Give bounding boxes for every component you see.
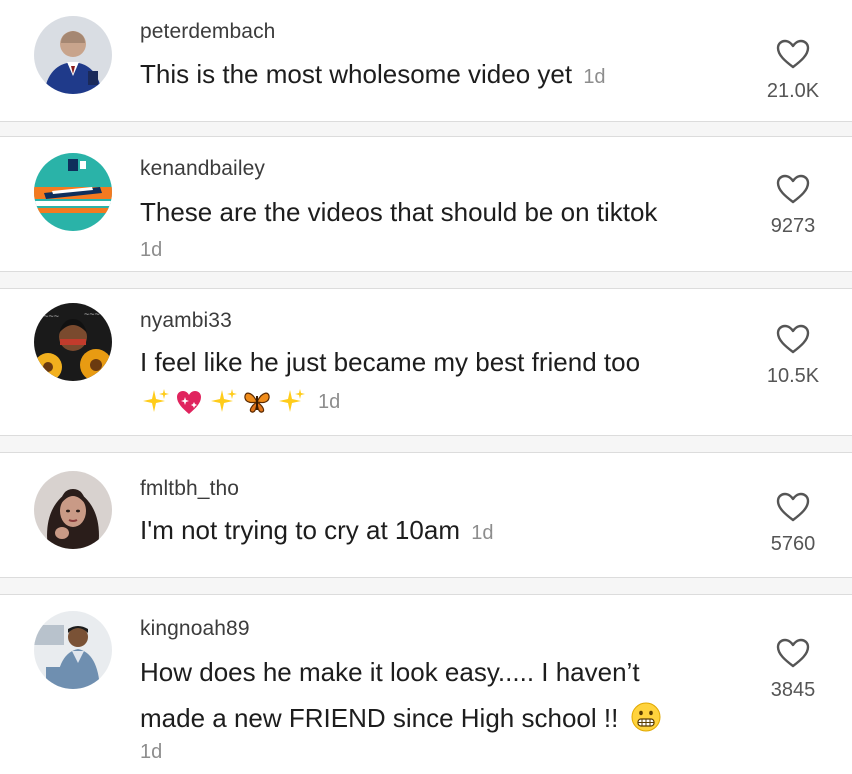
comment-text: I feel like he just became my best frien… (140, 341, 740, 383)
comment-text: How does he make it look easy..... I hav… (140, 651, 750, 739)
heart-icon[interactable] (775, 491, 811, 523)
comment-separator (0, 272, 852, 288)
comment-separator (0, 122, 852, 136)
like-count: 10.5K (766, 365, 820, 387)
comment-body: I feel like he just became my best frien… (140, 347, 641, 377)
like-control[interactable]: 21.0K (743, 38, 843, 103)
comment-username[interactable]: nyambi33 (140, 309, 232, 333)
comment-body: These are the videos that should be on t… (140, 197, 658, 227)
like-count: 5760 (770, 533, 816, 555)
emoji-line: 1d (140, 387, 340, 417)
comment-body: This is the most wholesome video yet (140, 59, 573, 89)
svg-text:~~~~: ~~~~ (38, 311, 59, 321)
like-count: 9273 (770, 215, 816, 237)
like-control[interactable]: 5760 (743, 491, 843, 556)
comment-timestamp: 1d (140, 239, 163, 261)
avatar[interactable]: ~~~~ ~~~ (34, 303, 112, 381)
like-control[interactable]: 10.5K (743, 323, 843, 388)
grimacing-face-icon (630, 701, 662, 733)
like-control[interactable]: 3845 (743, 637, 843, 702)
svg-text:~~~: ~~~ (84, 309, 100, 319)
comment-username[interactable]: kenandbailey (140, 157, 265, 181)
avatar[interactable] (34, 153, 112, 231)
sparkles-icon (140, 387, 170, 417)
comment-body-line-2: made a new FRIEND since High school !! (140, 703, 619, 733)
comment-text: This is the most wholesome video yet 1d (140, 53, 740, 98)
comment-separator (0, 578, 852, 594)
comment-body: I'm not trying to cry at 10am (140, 515, 460, 545)
heart-icon[interactable] (775, 323, 811, 355)
comment-separator (0, 436, 852, 452)
comment-username[interactable]: kingnoah89 (140, 617, 250, 641)
comment-item: kenandbailey These are the videos that s… (0, 136, 852, 272)
comment-username[interactable]: peterdembach (140, 20, 275, 44)
comment-timestamp: 1d (318, 390, 341, 413)
comment-item: peterdembach This is the most wholesome … (0, 0, 852, 122)
comment-text: These are the videos that should be on t… (140, 191, 740, 233)
like-count: 21.0K (766, 80, 820, 102)
comment-timestamp: 1d (140, 741, 163, 763)
avatar[interactable] (34, 16, 112, 94)
comment-body-line-2-wrapper: made a new FRIEND since High school !! (140, 697, 750, 739)
heart-icon[interactable] (775, 173, 811, 205)
sparkles-icon (208, 387, 238, 417)
comment-username[interactable]: fmltbh_tho (140, 477, 239, 501)
comment-timestamp: 1d (583, 66, 606, 88)
comment-item: ~~~~ ~~~ nyambi33 I feel like he just be… (0, 288, 852, 436)
sparkling-heart-icon (174, 387, 204, 417)
like-count: 3845 (770, 679, 816, 701)
comment-text: I'm not trying to cry at 10am 1d (140, 509, 740, 554)
avatar[interactable] (34, 471, 112, 549)
heart-icon[interactable] (775, 38, 811, 70)
like-control[interactable]: 9273 (743, 173, 843, 238)
sparkles-icon (276, 387, 306, 417)
heart-icon[interactable] (775, 637, 811, 669)
butterfly-icon (242, 387, 272, 417)
avatar[interactable] (34, 611, 112, 689)
comment-body-line-1: How does he make it look easy..... I hav… (140, 657, 640, 687)
comment-item: fmltbh_tho I'm not trying to cry at 10am… (0, 452, 852, 578)
comment-timestamp: 1d (471, 522, 494, 544)
comment-item: kingnoah89 How does he make it look easy… (0, 594, 852, 774)
